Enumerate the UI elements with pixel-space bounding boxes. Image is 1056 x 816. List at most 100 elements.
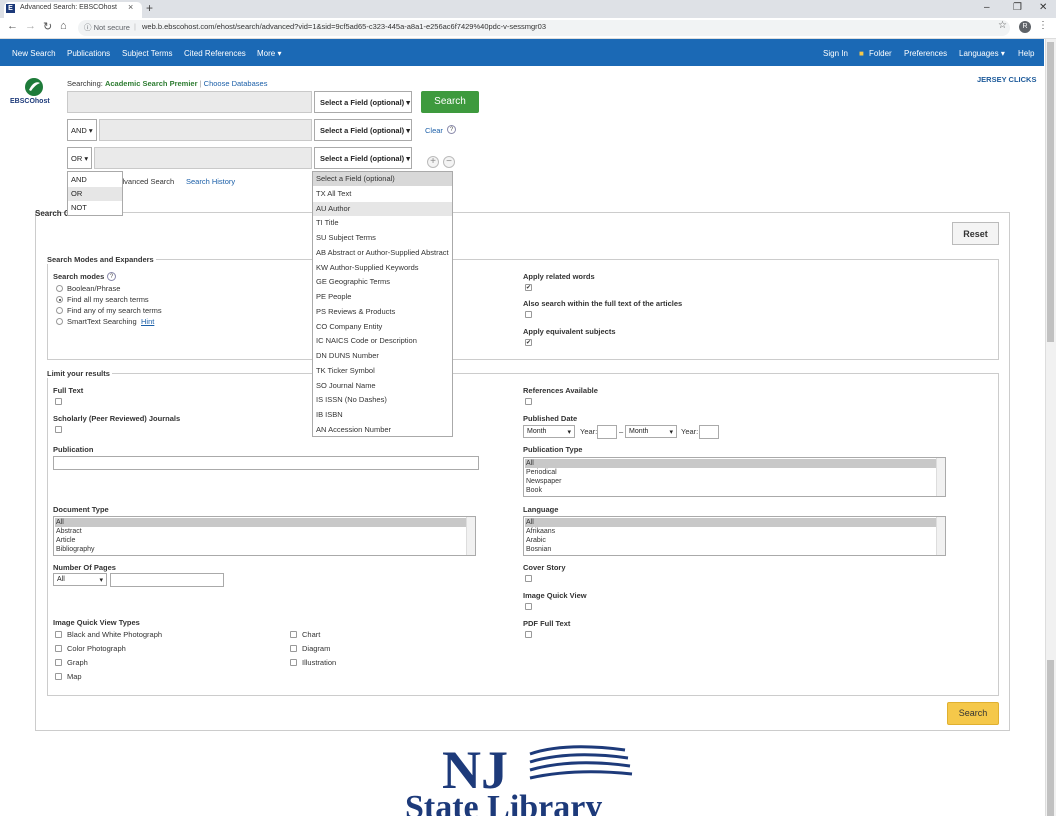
publication-type-listbox[interactable]: All Periodical Newspaper Book (523, 457, 946, 497)
profile-avatar[interactable]: R (1019, 21, 1031, 33)
document-type-listbox[interactable]: All Abstract Article Bibliography (53, 516, 476, 556)
bookmark-star-icon[interactable]: ☆ (998, 20, 1007, 31)
radio-boolean-phrase[interactable] (56, 285, 63, 292)
toolbar-help[interactable]: Help (1018, 49, 1034, 58)
menu-item[interactable]: SU Subject Terms (313, 231, 452, 245)
pages-input[interactable] (110, 573, 224, 587)
radio-find-all[interactable] (56, 296, 63, 303)
menu-item[interactable]: IS ISSN (No Dashes) (313, 393, 452, 407)
references-checkbox[interactable] (525, 398, 532, 405)
list-item[interactable]: Afrikaans (525, 527, 555, 536)
toolbar-preferences[interactable]: Preferences (904, 49, 947, 58)
bw-photo-checkbox[interactable] (55, 631, 62, 638)
search-bottom-button[interactable]: Search (947, 702, 999, 725)
pdf-full-text-checkbox[interactable] (525, 631, 532, 638)
list-item[interactable]: Bibliography (55, 545, 95, 554)
search-full-text-checkbox[interactable] (525, 311, 532, 318)
menu-item[interactable]: GE Geographic Terms (313, 275, 452, 289)
menu-item[interactable]: AB Abstract or Author-Supplied Abstract (313, 246, 452, 260)
menu-item[interactable]: PE People (313, 290, 452, 304)
search-input-1[interactable] (67, 91, 312, 113)
list-item[interactable]: All (525, 518, 937, 527)
menu-item[interactable]: DN DUNS Number (313, 349, 452, 363)
chart-checkbox[interactable] (290, 631, 297, 638)
toolbar-sign-in[interactable]: Sign In (823, 49, 848, 58)
list-item[interactable]: Arabic (525, 536, 546, 545)
radio-find-any[interactable] (56, 307, 63, 314)
list-item[interactable]: Abstract (55, 527, 82, 536)
apply-related-words-checkbox[interactable]: ✔ (525, 284, 532, 291)
field-select-1[interactable]: Select a Field (optional) ▾ (314, 91, 412, 113)
ebsco-logo-icon[interactable] (25, 78, 43, 96)
institution-name[interactable]: JERSEY CLICKS (977, 75, 1036, 84)
apply-equivalent-subjects-checkbox[interactable]: ✔ (525, 339, 532, 346)
boolean-operator-select-2[interactable]: AND ▾ (67, 119, 97, 141)
reset-button[interactable]: Reset (952, 222, 999, 245)
search-input-3[interactable] (94, 147, 312, 169)
operator-dropdown-menu[interactable]: AND OR NOT (67, 171, 123, 216)
menu-item[interactable]: Select a Field (optional) (313, 172, 452, 186)
toolbar-more[interactable]: More ▾ (257, 49, 281, 58)
diagram-checkbox[interactable] (290, 645, 297, 652)
menu-item[interactable]: TK Ticker Symbol (313, 364, 452, 378)
publication-input[interactable] (53, 456, 479, 470)
home-icon[interactable]: ⌂ (60, 20, 67, 32)
reload-icon[interactable]: ↻ (43, 20, 52, 33)
listbox-scrollbar[interactable] (466, 517, 475, 555)
clear-link[interactable]: Clear (425, 126, 443, 135)
menu-item[interactable]: AU Author (313, 201, 452, 216)
graph-checkbox[interactable] (55, 659, 62, 666)
forward-arrow-icon[interactable]: → (25, 20, 36, 32)
field-dropdown-menu[interactable]: Select a Field (optional) TX All Text AU… (312, 171, 453, 437)
advanced-search-link[interactable]: dvanced Search (120, 177, 174, 186)
search-modes-help-icon[interactable]: ? (107, 272, 116, 281)
toolbar-subject-terms[interactable]: Subject Terms (122, 49, 173, 58)
list-item[interactable]: Newspaper (525, 477, 561, 486)
browser-menu-icon[interactable]: ⋮ (1038, 20, 1048, 31)
toolbar-languages[interactable]: Languages ▾ (959, 49, 1005, 58)
map-checkbox[interactable] (55, 673, 62, 680)
menu-item[interactable]: KW Author-Supplied Keywords (313, 261, 452, 275)
boolean-operator-select-3[interactable]: OR ▾ (67, 147, 92, 169)
language-listbox[interactable]: All Afrikaans Arabic Bosnian (523, 516, 946, 556)
scrollbar-thumb-lower[interactable] (1047, 660, 1054, 816)
menu-item[interactable]: AN Accession Number (313, 423, 452, 437)
window-close-icon[interactable]: ✕ (1039, 2, 1047, 13)
list-item[interactable]: Book (525, 486, 542, 495)
help-icon[interactable]: ? (447, 125, 456, 134)
menu-item[interactable]: SO Journal Name (313, 379, 452, 393)
menu-item-or[interactable]: OR (68, 187, 122, 201)
menu-item[interactable]: IC NAICS Code or Description (313, 334, 452, 348)
listbox-scrollbar[interactable] (936, 458, 945, 496)
not-secure-indicator[interactable]: ⓘ Not secure (84, 22, 130, 33)
scholarly-checkbox[interactable] (55, 426, 62, 433)
search-history-link[interactable]: Search History (186, 177, 235, 186)
illustration-checkbox[interactable] (290, 659, 297, 666)
listbox-scrollbar[interactable] (936, 517, 945, 555)
month-to-select[interactable]: Month ▾ (625, 425, 677, 438)
remove-row-minus-icon[interactable]: − (443, 156, 455, 168)
month-from-select[interactable]: Month ▾ (523, 425, 575, 438)
search-button[interactable]: Search (421, 91, 479, 113)
menu-item-not[interactable]: NOT (68, 201, 122, 215)
year-from-input[interactable] (597, 425, 617, 439)
list-item[interactable]: All (55, 518, 467, 527)
menu-item[interactable]: TX All Text (313, 187, 452, 201)
tab-close-icon[interactable]: × (128, 2, 133, 12)
list-item[interactable]: Article (55, 536, 75, 545)
toolbar-new-search[interactable]: New Search (12, 49, 56, 58)
toolbar-folder[interactable]: Folder (869, 49, 892, 58)
toolbar-publications[interactable]: Publications (67, 49, 110, 58)
menu-item[interactable]: CO Company Entity (313, 320, 452, 334)
full-text-checkbox[interactable] (55, 398, 62, 405)
year-to-input[interactable] (699, 425, 719, 439)
menu-item-and[interactable]: AND (68, 173, 122, 187)
list-item[interactable]: Bosnian (525, 545, 551, 554)
field-select-2[interactable]: Select a Field (optional) ▾ (314, 119, 412, 141)
pages-operator-select[interactable]: All ▾ (53, 573, 107, 586)
choose-databases-link[interactable]: Choose Databases (204, 79, 268, 88)
toolbar-cited-references[interactable]: Cited References (184, 49, 246, 58)
minimize-icon[interactable]: – (984, 2, 990, 13)
new-tab-icon[interactable]: + (146, 1, 153, 15)
radio-smarttext[interactable] (56, 318, 63, 325)
